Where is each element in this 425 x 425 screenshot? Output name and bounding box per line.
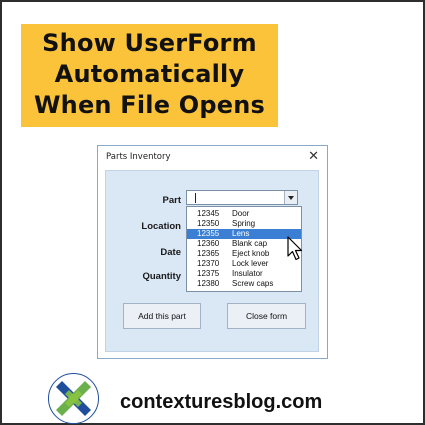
part-dropdown-list[interactable]: 12345 Door 12350 Spring 12355 Lens 12360 Blank … [186,206,302,292]
dialog-titlebar: Parts Inventory ✕ [98,146,327,170]
date-label: Date [160,247,181,258]
option-code: 12380 [197,279,220,288]
option-code: 12345 [197,209,220,218]
dialog-title: Parts Inventory [106,152,171,162]
banner-line-2: Automatically [54,60,245,88]
option-name: Lens [232,229,250,238]
dropdown-option[interactable]: 12365 Eject knob [187,249,301,259]
option-code: 12375 [197,269,220,278]
part-combobox[interactable] [186,190,298,205]
dropdown-option[interactable]: 12370 Lock lever [187,259,301,269]
close-form-button[interactable]: Close form [227,303,306,329]
title-banner: Show UserForm Automatically When File Op… [21,24,278,127]
mouse-pointer-icon [287,236,303,261]
option-code: 12360 [197,239,220,248]
chevron-down-icon [288,196,294,200]
dropdown-option[interactable]: 12350 Spring [187,219,301,229]
option-code: 12350 [197,219,220,228]
banner-line-3: When File Opens [34,91,265,119]
quantity-label: Quantity [142,271,181,282]
option-name: Insulator [232,269,263,278]
option-name: Eject knob [232,249,270,258]
option-name: Spring [232,219,256,228]
dropdown-option[interactable]: 12355 Lens [187,229,301,239]
site-name[interactable]: contexturesblog.com [120,391,322,414]
option-code: 12365 [197,249,220,258]
dropdown-option[interactable]: 12360 Blank cap [187,239,301,249]
option-name: Blank cap [232,239,268,248]
banner-line-1: Show UserForm [42,29,257,57]
add-part-button[interactable]: Add this part [123,303,201,329]
option-name: Lock lever [232,259,269,268]
close-icon[interactable]: ✕ [308,149,319,165]
location-label: Location [141,221,181,232]
option-code: 12355 [197,229,220,238]
dropdown-button[interactable] [284,191,297,204]
text-caret [195,193,196,203]
part-label: Part [162,195,181,206]
parts-inventory-dialog: Parts Inventory ✕ Part Location Date Qua… [97,145,328,359]
option-code: 12370 [197,259,220,268]
option-name: Screw caps [232,279,274,288]
dropdown-option[interactable]: 12345 Door [187,209,301,219]
dropdown-option[interactable]: 12380 Screw caps [187,279,301,289]
option-name: Door [232,209,250,218]
dropdown-option[interactable]: 12375 Insulator [187,269,301,279]
form-body: Part Location Date Quantity 12345 Door 123… [105,170,319,352]
contextures-logo-icon [48,373,99,424]
